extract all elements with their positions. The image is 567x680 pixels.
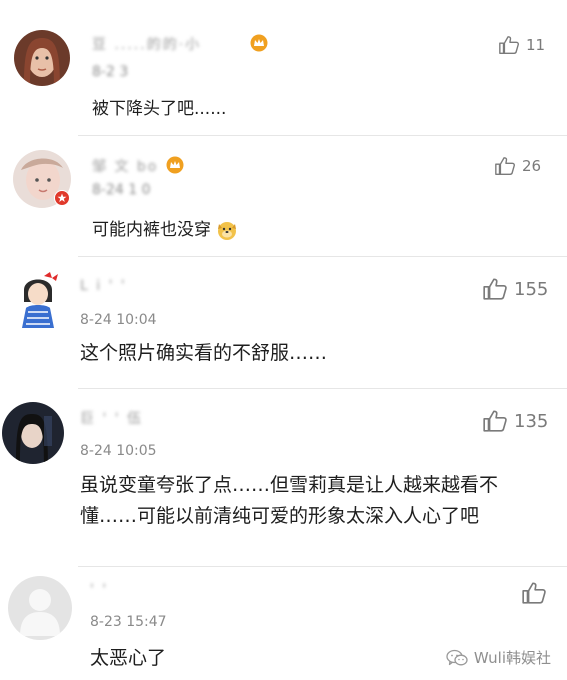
- like-button[interactable]: 155: [482, 276, 548, 302]
- avatar[interactable]: [8, 576, 72, 640]
- verified-badge-icon: [54, 190, 70, 206]
- like-button[interactable]: 135: [482, 408, 548, 434]
- avatar[interactable]: [8, 268, 68, 328]
- username[interactable]: 豆 .....的的·小: [92, 34, 201, 54]
- comment-time: 8-23 15:47: [90, 614, 167, 630]
- comment-time: 8-24 10:05: [80, 443, 157, 459]
- watermark: Wuli韩娱社: [446, 647, 551, 668]
- thumbs-up-icon: [483, 278, 507, 300]
- avatar[interactable]: [2, 402, 64, 464]
- divider: [78, 256, 567, 257]
- comment-time: 8-2 3: [92, 64, 129, 80]
- comment-text: 可能内裤也没穿: [92, 218, 239, 243]
- comment-text: 这个照片确实看的不舒服……: [80, 342, 328, 364]
- like-count: 155: [514, 278, 549, 300]
- comment-time: 8-24 1 0: [92, 182, 151, 198]
- watermark-label: Wuli韩娱社: [473, 649, 551, 667]
- wechat-icon: [446, 649, 468, 665]
- username[interactable]: 巨 ' ' 伍: [80, 408, 143, 428]
- comment-text: 虽说变童夸张了点……但雪莉真是让人越来越看不懂……可能以前清纯可爱的形象太深入人…: [80, 474, 499, 527]
- comment-text: 太恶心了: [90, 647, 167, 669]
- like-button[interactable]: 26: [494, 155, 541, 177]
- divider: [78, 566, 567, 567]
- crown-badge-icon: [166, 156, 184, 174]
- dog-face-emoji-icon: [218, 222, 236, 241]
- avatar[interactable]: [14, 30, 70, 86]
- like-button[interactable]: [521, 580, 553, 606]
- username[interactable]: 邹 文 bo: [92, 156, 158, 176]
- like-count: 26: [522, 157, 542, 175]
- like-button[interactable]: 11: [498, 34, 545, 56]
- thumbs-up-icon: [483, 410, 507, 432]
- divider: [78, 388, 567, 389]
- divider: [78, 135, 567, 136]
- comment-time: 8-24 10:04: [80, 312, 157, 328]
- thumbs-up-icon: [499, 36, 519, 54]
- comment-text-content: 可能内裤也没穿: [92, 220, 211, 240]
- username[interactable]: L i ' ': [80, 278, 127, 294]
- crown-badge-icon: [250, 34, 268, 52]
- like-count: 135: [514, 410, 549, 432]
- comment-text: 被下降头了吧......: [92, 99, 227, 119]
- like-count: 11: [526, 36, 546, 54]
- thumbs-up-icon: [495, 157, 515, 175]
- thumbs-up-icon: [522, 582, 546, 604]
- username[interactable]: ' ': [90, 582, 108, 598]
